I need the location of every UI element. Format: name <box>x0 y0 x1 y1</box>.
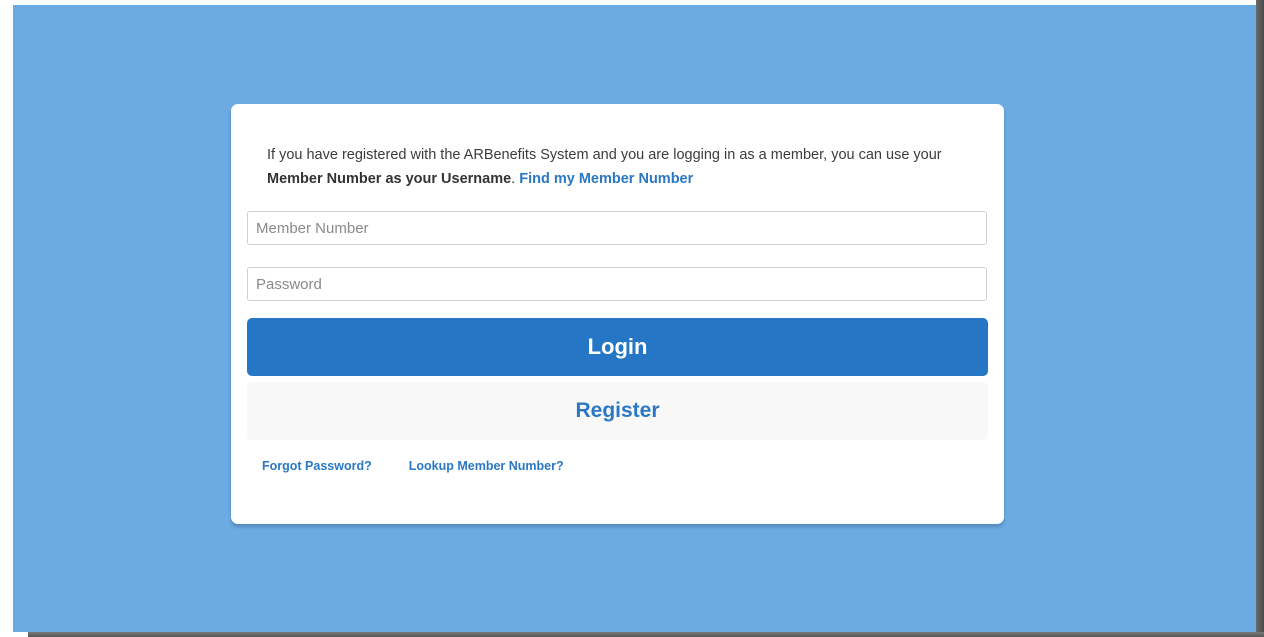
find-member-number-link[interactable]: Find my Member Number <box>519 171 693 187</box>
auth-links: Forgot Password? Lookup Member Number? <box>262 459 564 473</box>
login-intro-text: If you have registered with the ARBenefi… <box>267 143 967 191</box>
window-shadow-bottom <box>28 632 1264 637</box>
window-shadow-right <box>1256 0 1264 637</box>
login-button[interactable]: Login <box>247 318 988 376</box>
register-button[interactable]: Register <box>247 382 988 440</box>
intro-bold-text: Member Number as your Username <box>267 171 512 187</box>
page-background: If you have registered with the ARBenefi… <box>13 5 1256 632</box>
lookup-member-number-link[interactable]: Lookup Member Number? <box>409 459 564 473</box>
intro-text-part1: If you have registered with the ARBenefi… <box>267 147 942 163</box>
login-card: If you have registered with the ARBenefi… <box>231 104 1004 524</box>
member-number-input[interactable] <box>247 211 987 245</box>
forgot-password-link[interactable]: Forgot Password? <box>262 459 372 473</box>
password-input[interactable] <box>247 267 987 301</box>
